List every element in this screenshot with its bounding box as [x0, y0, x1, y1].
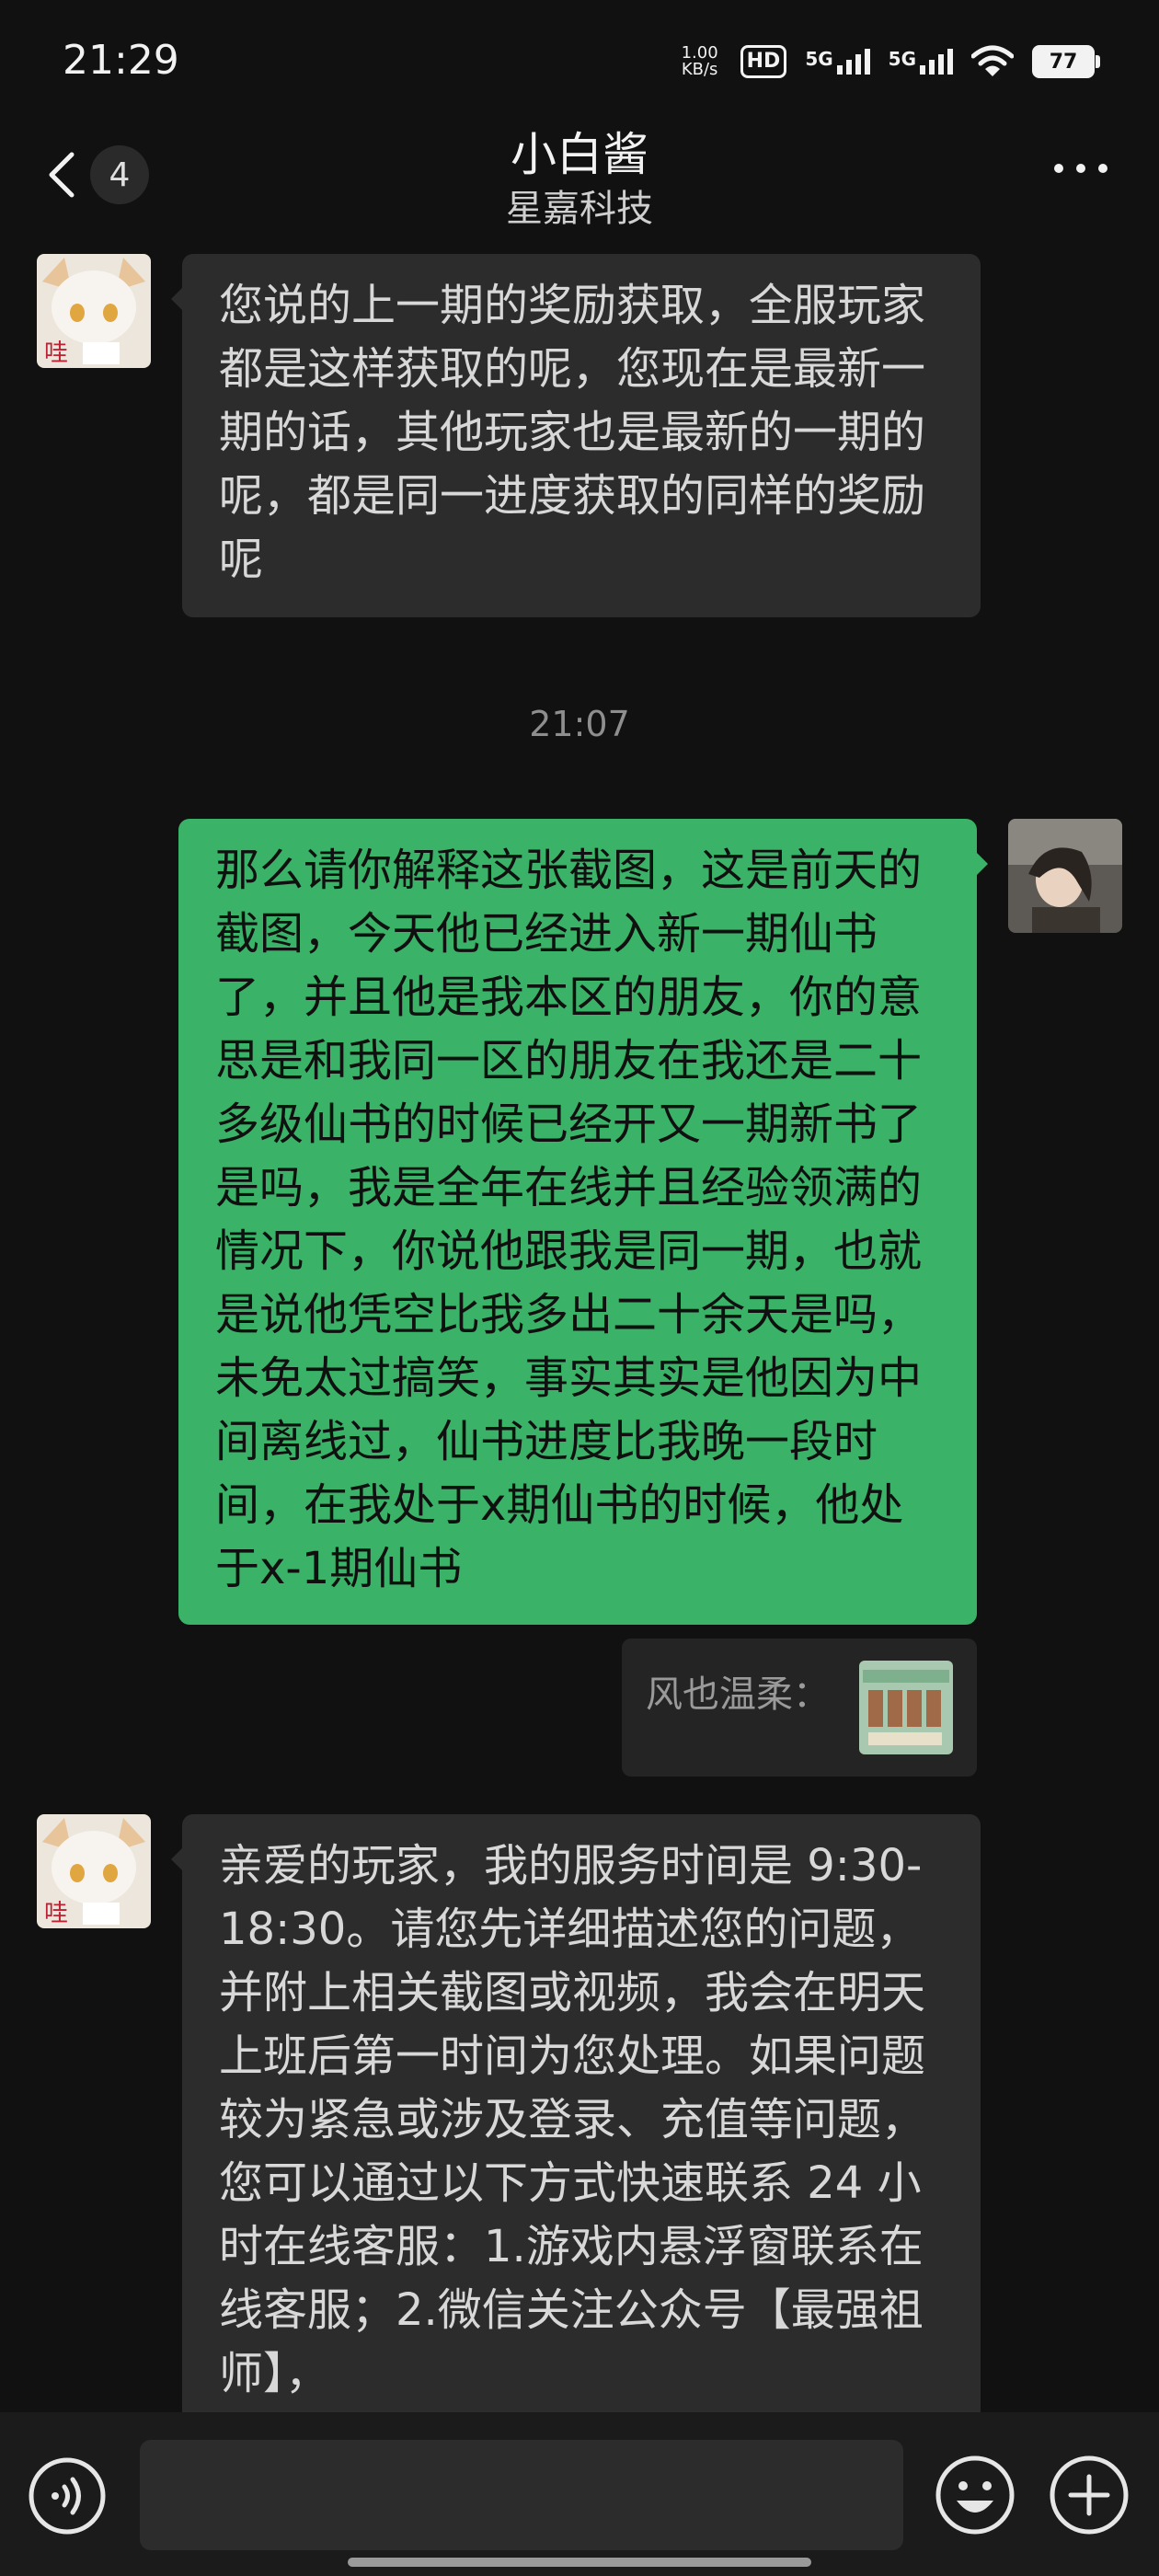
chat-header: 4 小白酱 星嘉科技	[0, 110, 1159, 248]
battery-level: 77	[1049, 50, 1078, 74]
svg-text:哇: 哇	[44, 1900, 68, 1927]
network-speed: 1.00 KB/s	[678, 45, 722, 78]
svg-text:哇: 哇	[44, 339, 68, 367]
plus-icon[interactable]	[1049, 2455, 1130, 2536]
signal-icon: 5G	[805, 48, 870, 75]
sim1-label: 5G	[805, 48, 833, 70]
wifi-icon	[971, 45, 1014, 76]
network-speed-unit: KB/s	[681, 60, 718, 79]
message-bubble-outgoing[interactable]: 那么请你解释这张截图，这是前天的截图，今天他已经进入新一期仙书了，并且他是我本区…	[178, 819, 988, 1625]
more-dots-icon[interactable]	[1054, 164, 1107, 173]
input-bar	[0, 2412, 1159, 2576]
clock: 21:29	[63, 37, 179, 84]
voice-icon[interactable]	[28, 2456, 107, 2536]
chat-subtitle: 星嘉科技	[506, 188, 653, 230]
chat-title: 小白酱	[511, 128, 648, 181]
message-bubble-incoming[interactable]: 您说的上一期的奖励获取，全服玩家都是这样获取的呢，您现在是最新一期的话，其他玩家…	[171, 254, 981, 617]
battery-icon: 77	[1032, 45, 1100, 78]
emoji-icon[interactable]	[935, 2455, 1016, 2536]
status-bar: 21:29 1.00 KB/s HD 5G 5G 77	[0, 0, 1159, 120]
my-avatar[interactable]	[1008, 819, 1122, 933]
message-bubble-incoming[interactable]: 亲爱的玩家，我的服务时间是 9:30-18:30。请您先详细描述您的问题，并附上…	[171, 1814, 981, 2477]
hd-badge: HD	[740, 45, 787, 78]
quoted-image-thumbnail[interactable]	[859, 1661, 953, 1754]
sim2-label: 5G	[888, 48, 916, 70]
signal-icon-2: 5G	[889, 49, 953, 75]
system-indicators: 1.00 KB/s HD 5G 5G 77	[678, 39, 1100, 85]
contact-avatar[interactable]: 哇	[37, 1814, 151, 1928]
quote-sender-label: 风也温柔：	[646, 1673, 830, 1716]
home-indicator[interactable]	[348, 2558, 811, 2567]
quoted-message[interactable]: 风也温柔：	[622, 1639, 977, 1777]
message-timestamp: 21:07	[529, 704, 630, 744]
contact-avatar[interactable]: 哇	[37, 254, 151, 368]
message-input[interactable]	[140, 2440, 903, 2550]
